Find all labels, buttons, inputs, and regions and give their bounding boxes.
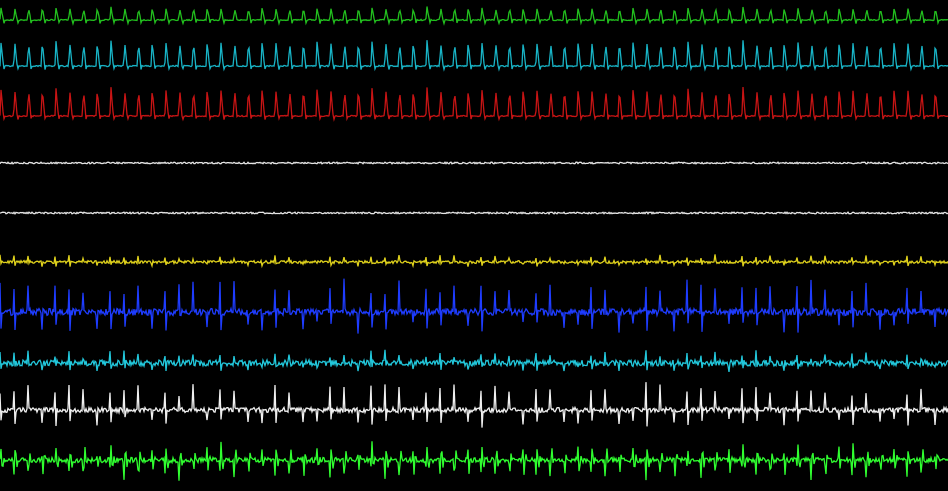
trace-ch1 [0, 6, 948, 26]
trace-ch6 [0, 254, 948, 269]
trace-ch2 [0, 40, 948, 72]
waveform-traces [0, 6, 948, 481]
trace-ch9 [0, 382, 948, 428]
trace-ch5 [0, 211, 948, 215]
trace-ch3 [0, 86, 948, 122]
trace-ch10 [0, 441, 948, 481]
trace-ch4 [0, 161, 948, 165]
waveform-monitor [0, 0, 948, 491]
trace-ch7 [0, 278, 948, 334]
trace-ch8 [0, 349, 948, 373]
